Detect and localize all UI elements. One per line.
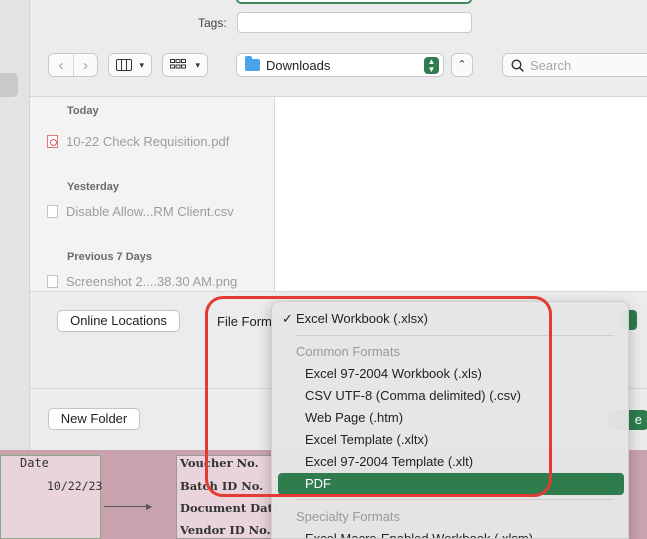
location-popup[interactable]: Downloads ▲ ▼: [236, 53, 444, 77]
chevron-up-icon: ⌃: [457, 59, 467, 71]
menu-separator: [296, 499, 614, 500]
chevron-left-icon: ‹: [58, 56, 64, 74]
file-row[interactable]: Screenshot 2....38.30 AM.png: [47, 274, 237, 289]
view-mode-button[interactable]: ▾: [108, 53, 152, 77]
tags-input[interactable]: [237, 12, 472, 33]
tags-label: Tags:: [198, 16, 227, 30]
document-date-label: Document Date: [180, 501, 281, 515]
folder-icon: [245, 56, 260, 71]
background-window-strip: [0, 0, 29, 450]
grid-icon: [170, 59, 186, 69]
arrow-icon: ▶: [146, 502, 153, 511]
menu-item-xlsm[interactable]: Excel Macro-Enabled Workbook (.xlsm): [272, 528, 628, 538]
columns-view-icon: [116, 59, 132, 71]
group-by-button[interactable]: ▾: [162, 53, 208, 77]
pdf-file-icon: [47, 135, 58, 148]
preview-pane: [275, 97, 647, 291]
file-name: 10-22 Check Requisition.pdf: [66, 134, 230, 149]
date-table: [0, 455, 101, 539]
menu-header-specialty: Specialty Formats: [296, 509, 401, 524]
vendor-id-label: Vendor ID No.: [180, 523, 271, 537]
file-name: Screenshot 2....38.30 AM.png: [66, 274, 238, 289]
forward-button[interactable]: ›: [73, 54, 97, 76]
sidebar-handle: [0, 73, 18, 97]
connector-line: [104, 506, 148, 507]
search-placeholder: Search: [530, 57, 572, 73]
section-today: Today: [67, 105, 99, 117]
expand-collapse-button[interactable]: ⌃: [451, 53, 473, 77]
search-icon: [511, 58, 524, 72]
chevron-down-icon: ▾: [195, 59, 200, 70]
date-value: 10/22/23: [47, 479, 103, 493]
chevron-right-icon: ›: [83, 56, 88, 74]
file-name: Disable Allow...RM Client.csv: [66, 204, 234, 219]
search-field[interactable]: Search: [502, 53, 647, 77]
chevron-down-icon: ▾: [139, 59, 144, 70]
popup-stepper-icon: ▲ ▼: [424, 57, 439, 74]
section-previous-7-days: Previous 7 Days: [67, 251, 152, 263]
location-label: Downloads: [266, 57, 331, 73]
back-forward-group: ‹ ›: [48, 53, 98, 77]
highlight-annotation: [205, 296, 552, 497]
back-button[interactable]: ‹: [49, 54, 73, 76]
file-row[interactable]: 10-22 Check Requisition.pdf: [47, 134, 229, 149]
new-folder-button[interactable]: New Folder: [48, 408, 140, 430]
online-locations-button[interactable]: Online Locations: [57, 310, 180, 332]
filename-field[interactable]: [236, 0, 472, 4]
date-header: Date: [20, 456, 49, 470]
file-row[interactable]: Disable Allow...RM Client.csv: [47, 204, 234, 219]
section-yesterday: Yesterday: [67, 181, 119, 193]
image-file-icon: [47, 275, 58, 288]
csv-file-icon: [47, 205, 58, 218]
file-list: Today 10-22 Check Requisition.pdf Yester…: [30, 97, 275, 291]
